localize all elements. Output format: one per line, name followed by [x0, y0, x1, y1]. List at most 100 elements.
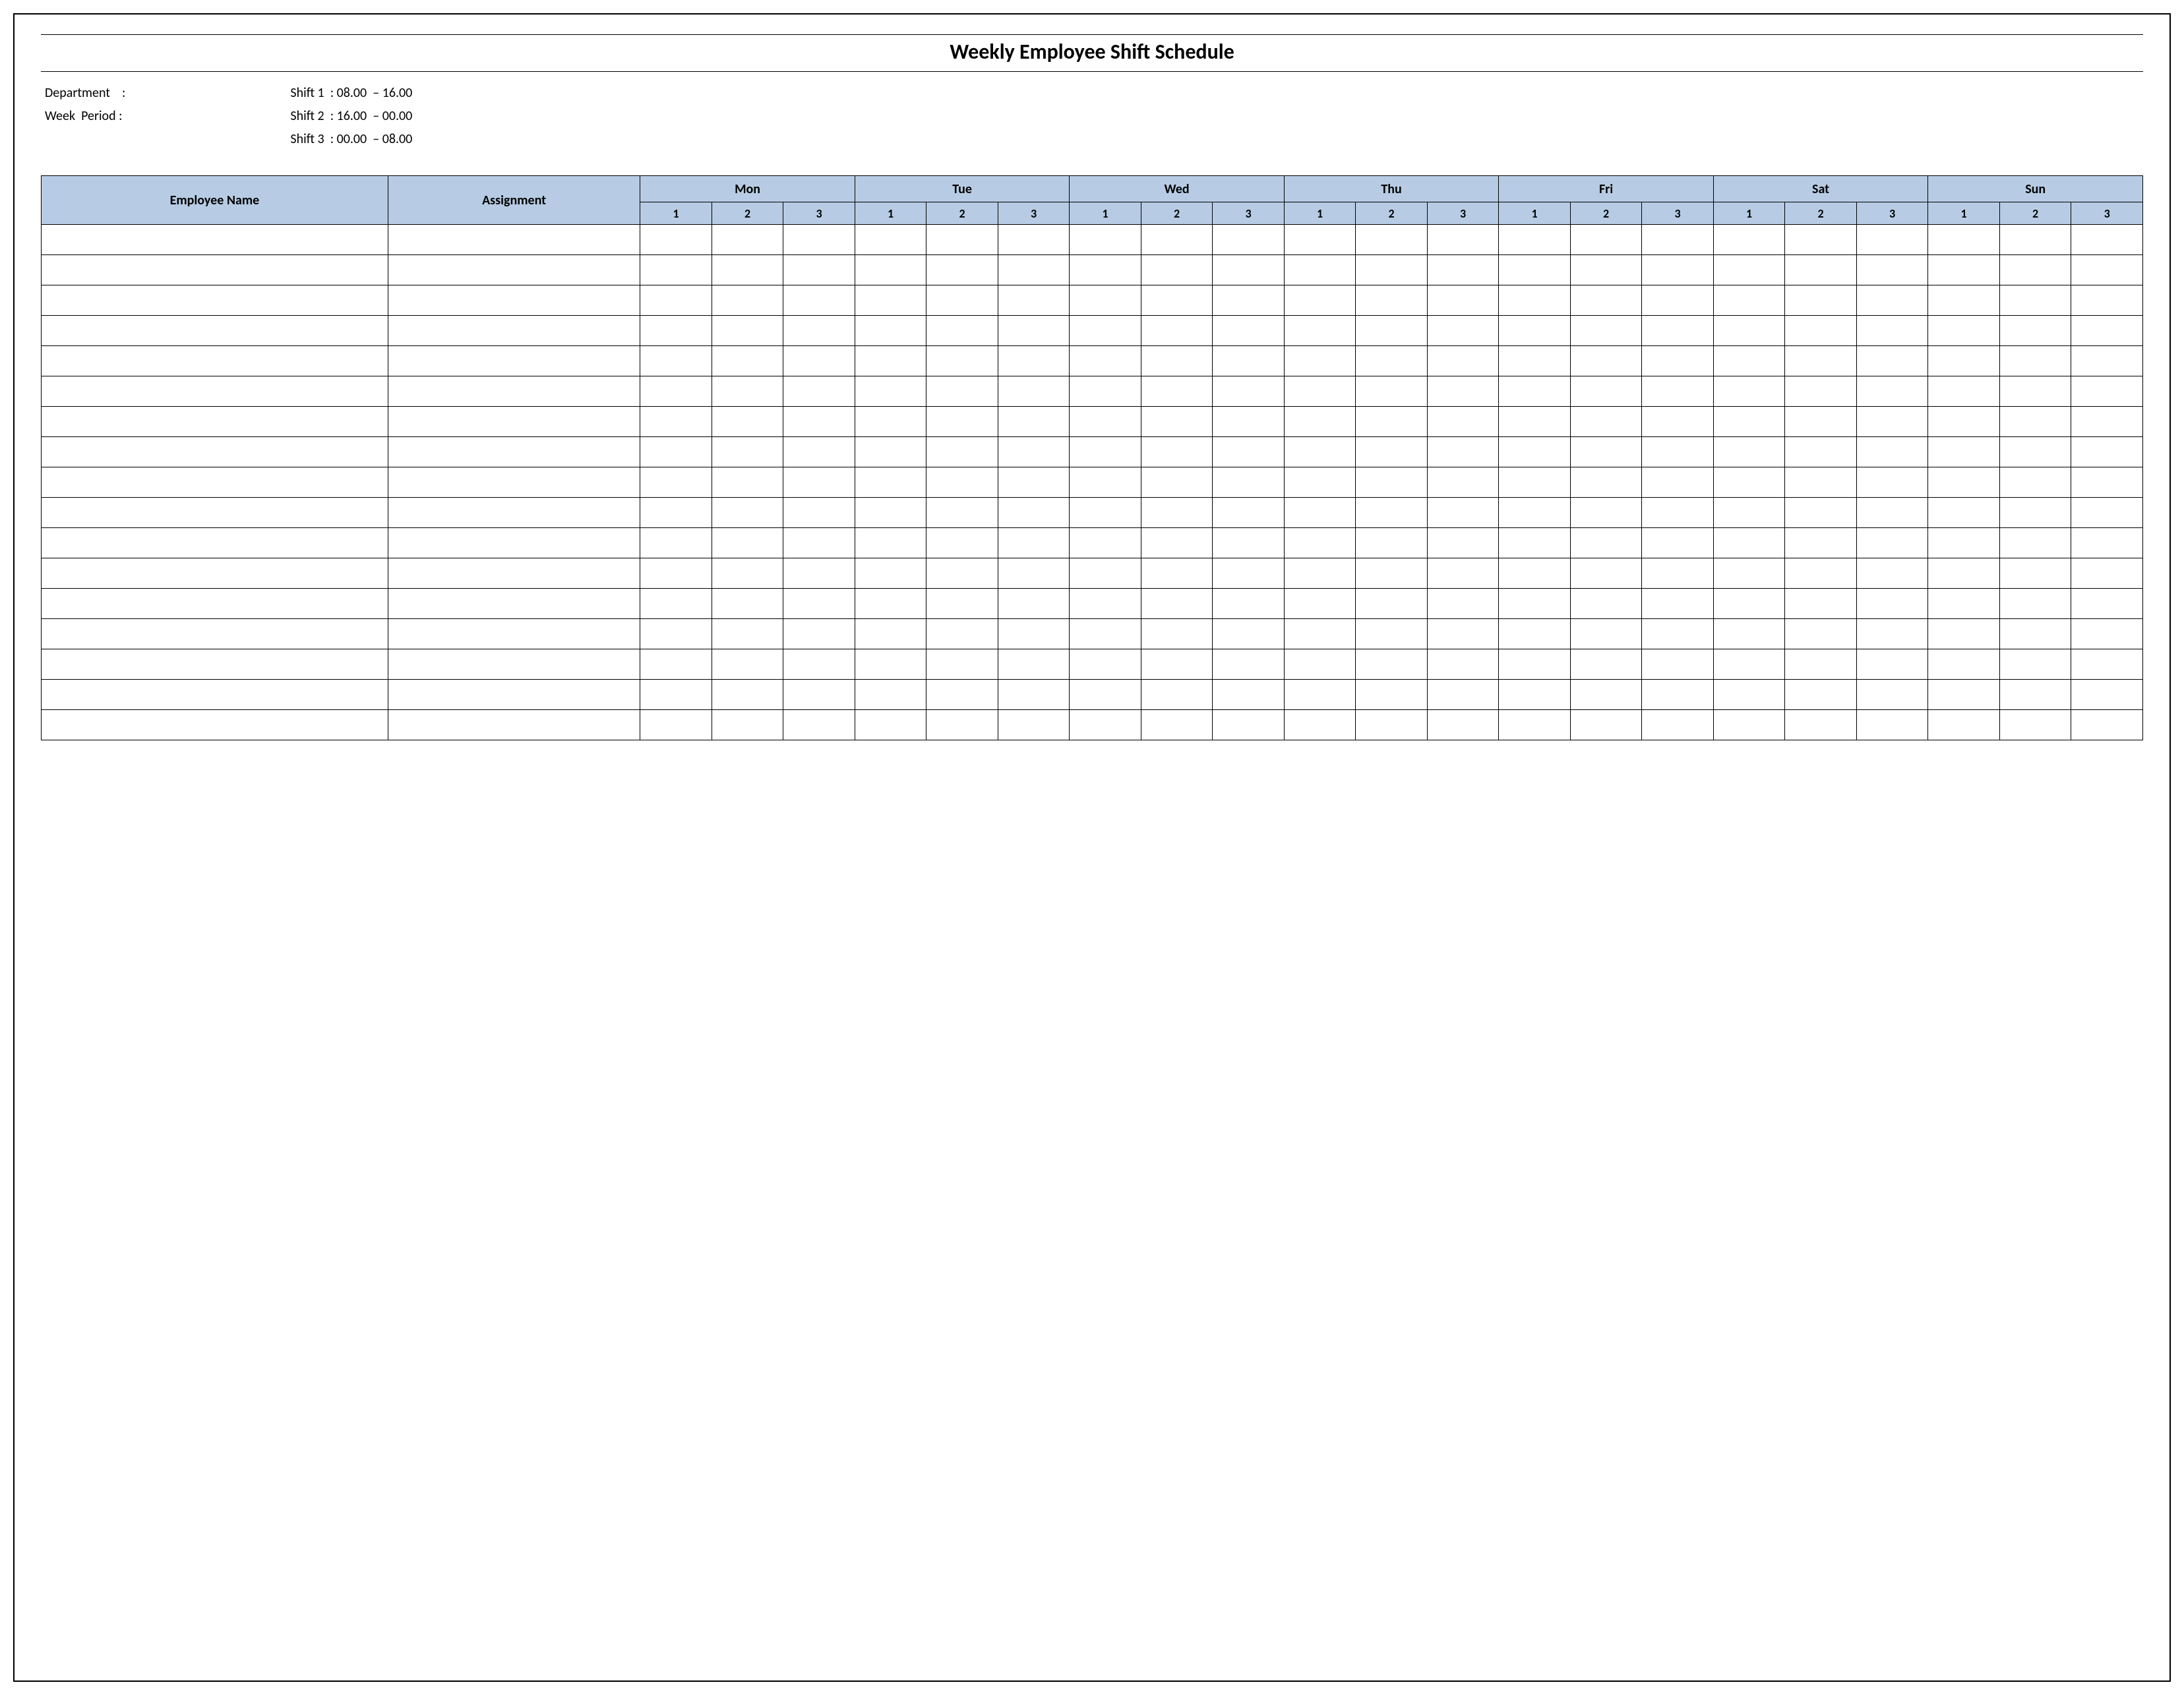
cell-shift[interactable] [998, 346, 1070, 376]
cell-shift[interactable] [1427, 255, 1499, 285]
cell-shift[interactable] [926, 316, 998, 346]
cell-shift[interactable] [1213, 589, 1285, 619]
cell-shift[interactable] [1070, 528, 1141, 558]
cell-shift[interactable] [1856, 316, 1928, 346]
cell-shift[interactable] [1141, 376, 1213, 407]
cell-shift[interactable] [1070, 680, 1141, 710]
cell-shift[interactable] [926, 558, 998, 589]
cell-shift[interactable] [1141, 498, 1213, 528]
cell-shift[interactable] [1499, 225, 1571, 255]
cell-shift[interactable] [1642, 255, 1714, 285]
cell-shift[interactable] [640, 225, 712, 255]
cell-shift[interactable] [998, 255, 1070, 285]
cell-shift[interactable] [1999, 558, 2071, 589]
cell-shift[interactable] [1713, 589, 1785, 619]
cell-shift[interactable] [926, 407, 998, 437]
cell-shift[interactable] [1570, 528, 1642, 558]
cell-shift[interactable] [1070, 498, 1141, 528]
cell-shift[interactable] [998, 558, 1070, 589]
cell-shift[interactable] [712, 680, 783, 710]
cell-shift[interactable] [855, 680, 926, 710]
cell-employee-name[interactable] [42, 346, 388, 376]
cell-shift[interactable] [1427, 619, 1499, 649]
cell-shift[interactable] [1785, 225, 1857, 255]
cell-shift[interactable] [1999, 680, 2071, 710]
cell-shift[interactable] [1785, 680, 1857, 710]
cell-shift[interactable] [1928, 285, 2000, 316]
cell-shift[interactable] [926, 285, 998, 316]
cell-shift[interactable] [1499, 558, 1571, 589]
cell-shift[interactable] [1499, 467, 1571, 498]
cell-shift[interactable] [1856, 680, 1928, 710]
cell-shift[interactable] [1642, 619, 1714, 649]
cell-shift[interactable] [926, 498, 998, 528]
cell-shift[interactable] [1570, 225, 1642, 255]
cell-shift[interactable] [1213, 407, 1285, 437]
cell-shift[interactable] [1356, 528, 1428, 558]
cell-shift[interactable] [1141, 528, 1213, 558]
cell-shift[interactable] [640, 467, 712, 498]
cell-shift[interactable] [712, 619, 783, 649]
cell-shift[interactable] [1070, 649, 1141, 680]
cell-shift[interactable] [2071, 680, 2143, 710]
cell-shift[interactable] [1570, 589, 1642, 619]
cell-shift[interactable] [1570, 710, 1642, 740]
cell-shift[interactable] [998, 528, 1070, 558]
cell-shift[interactable] [2071, 437, 2143, 467]
cell-shift[interactable] [1999, 346, 2071, 376]
cell-shift[interactable] [1785, 589, 1857, 619]
cell-shift[interactable] [712, 649, 783, 680]
cell-shift[interactable] [1570, 558, 1642, 589]
cell-shift[interactable] [1141, 467, 1213, 498]
cell-shift[interactable] [1356, 346, 1428, 376]
cell-shift[interactable] [1928, 649, 2000, 680]
cell-shift[interactable] [1499, 376, 1571, 407]
cell-shift[interactable] [2071, 376, 2143, 407]
cell-employee-name[interactable] [42, 619, 388, 649]
cell-shift[interactable] [1785, 376, 1857, 407]
cell-shift[interactable] [1999, 376, 2071, 407]
cell-shift[interactable] [783, 710, 855, 740]
cell-shift[interactable] [1427, 498, 1499, 528]
cell-shift[interactable] [1284, 467, 1356, 498]
cell-shift[interactable] [1570, 619, 1642, 649]
cell-shift[interactable] [712, 437, 783, 467]
cell-shift[interactable] [1642, 285, 1714, 316]
cell-shift[interactable] [1713, 710, 1785, 740]
cell-shift[interactable] [712, 225, 783, 255]
cell-shift[interactable] [1570, 285, 1642, 316]
cell-shift[interactable] [926, 528, 998, 558]
cell-shift[interactable] [855, 316, 926, 346]
cell-shift[interactable] [1499, 437, 1571, 467]
cell-shift[interactable] [1070, 619, 1141, 649]
cell-shift[interactable] [1284, 649, 1356, 680]
cell-shift[interactable] [1499, 619, 1571, 649]
cell-shift[interactable] [1999, 255, 2071, 285]
cell-shift[interactable] [1928, 407, 2000, 437]
cell-shift[interactable] [1713, 528, 1785, 558]
cell-shift[interactable] [1999, 316, 2071, 346]
cell-shift[interactable] [1284, 619, 1356, 649]
cell-shift[interactable] [1427, 710, 1499, 740]
cell-shift[interactable] [1213, 376, 1285, 407]
cell-shift[interactable] [855, 407, 926, 437]
cell-shift[interactable] [1999, 528, 2071, 558]
cell-shift[interactable] [1427, 225, 1499, 255]
cell-shift[interactable] [640, 285, 712, 316]
cell-shift[interactable] [1070, 225, 1141, 255]
cell-shift[interactable] [1427, 589, 1499, 619]
cell-shift[interactable] [783, 680, 855, 710]
cell-shift[interactable] [1570, 376, 1642, 407]
cell-shift[interactable] [1356, 255, 1428, 285]
cell-shift[interactable] [783, 498, 855, 528]
cell-shift[interactable] [926, 437, 998, 467]
cell-shift[interactable] [1141, 558, 1213, 589]
cell-assignment[interactable] [388, 225, 640, 255]
cell-employee-name[interactable] [42, 528, 388, 558]
cell-shift[interactable] [998, 316, 1070, 346]
cell-shift[interactable] [998, 619, 1070, 649]
cell-assignment[interactable] [388, 346, 640, 376]
cell-shift[interactable] [1999, 467, 2071, 498]
cell-shift[interactable] [1713, 680, 1785, 710]
cell-shift[interactable] [1356, 225, 1428, 255]
